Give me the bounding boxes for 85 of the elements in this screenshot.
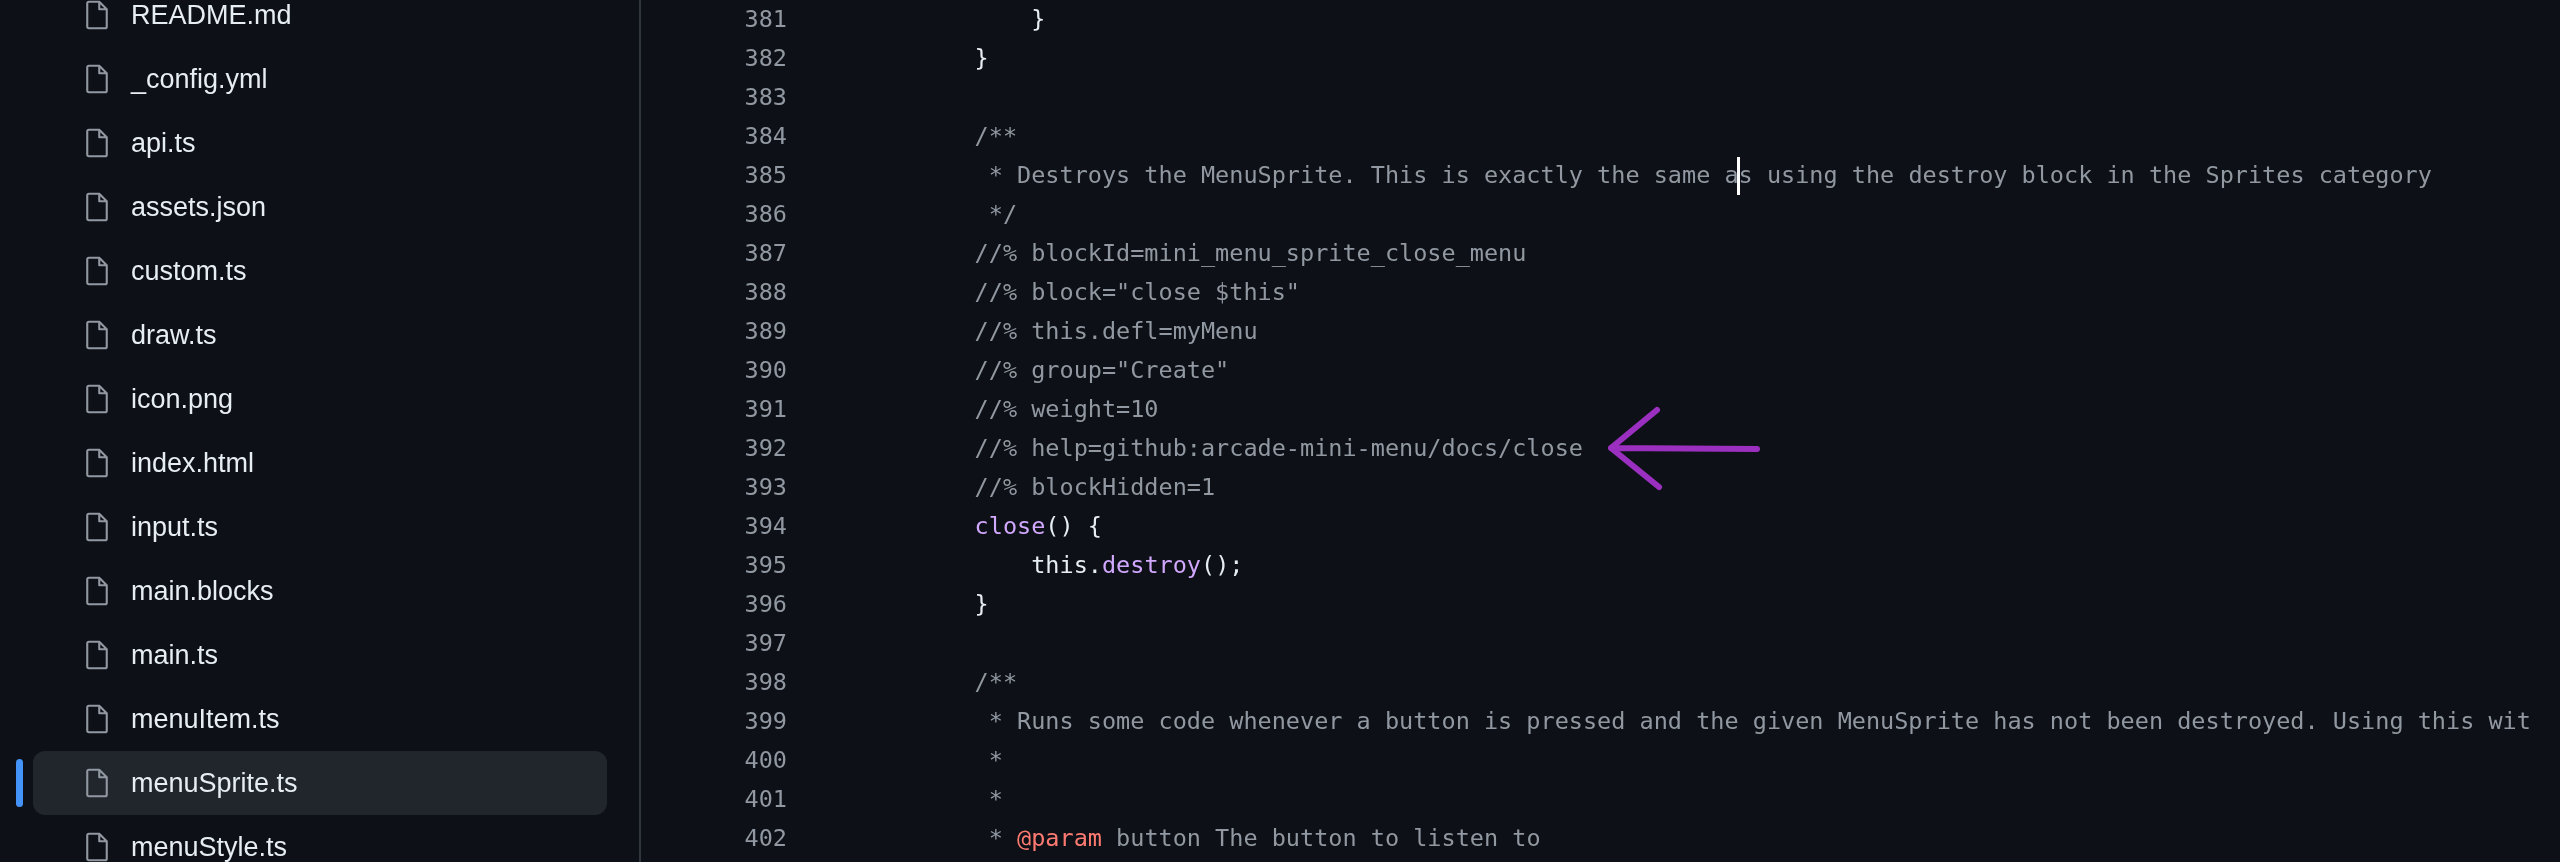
file-item[interactable]: draw.ts: [33, 303, 607, 367]
file-item[interactable]: README.md: [33, 0, 607, 47]
code-line: //% block="close $this": [973, 276, 1300, 308]
file-name: main.ts: [131, 638, 219, 672]
line-number: 402: [743, 822, 787, 854]
code-line: /**: [973, 666, 1018, 698]
line-number: 401: [743, 783, 787, 815]
code-line: //% group="Create": [973, 354, 1230, 386]
code-line: * @param button The button to listen to: [987, 822, 1541, 854]
file-name: main.blocks: [131, 574, 274, 608]
file-icon: [85, 384, 109, 414]
file-icon: [85, 704, 109, 734]
code-line: *: [987, 744, 1003, 776]
line-number: 391: [743, 393, 787, 425]
line-number: 387: [743, 237, 787, 269]
code-line: }: [973, 42, 989, 74]
file-name: assets.json: [131, 190, 267, 224]
line-number: 397: [743, 627, 787, 659]
line-number: 381: [743, 3, 787, 35]
file-item[interactable]: menuStyle.ts: [33, 815, 607, 862]
line-number: 390: [743, 354, 787, 386]
line-number: 393: [743, 471, 787, 503]
line-number: 383: [743, 81, 787, 113]
file-item[interactable]: menuSprite.ts: [33, 751, 607, 815]
line-number: 400: [743, 744, 787, 776]
code-line: this.destroy();: [1030, 549, 1244, 581]
code-line: //% help=github:arcade-mini-menu/docs/close: [973, 432, 1583, 464]
file-item[interactable]: assets.json: [33, 175, 607, 239]
file-item[interactable]: _config.yml: [33, 47, 607, 111]
file-name: README.md: [131, 0, 292, 32]
line-number: 382: [743, 42, 787, 74]
line-number: 384: [743, 120, 787, 152]
file-name: draw.ts: [131, 318, 217, 352]
file-icon: [85, 192, 109, 222]
line-number: 394: [743, 510, 787, 542]
line-number: 395: [743, 549, 787, 581]
line-number: 388: [743, 276, 787, 308]
file-name: input.ts: [131, 510, 219, 544]
line-number: 399: [743, 705, 787, 737]
code-line: }: [1030, 3, 1046, 35]
text-cursor: [1737, 156, 1741, 195]
line-number: 385: [743, 159, 787, 191]
code-line: //% this.defl=myMenu: [973, 315, 1258, 347]
code-line: //% blockHidden=1: [973, 471, 1216, 503]
file-name: icon.png: [131, 382, 234, 416]
file-icon: [85, 512, 109, 542]
code-line: /**: [973, 120, 1018, 152]
file-icon: [85, 768, 109, 798]
line-number: 386: [743, 198, 787, 230]
file-icon: [85, 448, 109, 478]
file-item[interactable]: main.ts: [33, 623, 607, 687]
file-item[interactable]: icon.png: [33, 367, 607, 431]
code-line: *: [987, 783, 1003, 815]
file-item[interactable]: main.blocks: [33, 559, 607, 623]
line-number: 392: [743, 432, 787, 464]
file-name: menuItem.ts: [131, 702, 280, 736]
code-line: close() {: [973, 510, 1102, 542]
file-icon: [85, 128, 109, 158]
code-line: }: [973, 588, 989, 620]
file-icon: [85, 576, 109, 606]
file-icon: [85, 64, 109, 94]
file-icon: [85, 832, 109, 862]
file-icon: [85, 0, 109, 30]
file-name: index.html: [131, 446, 255, 480]
file-icon: [85, 256, 109, 286]
line-number: 398: [743, 666, 787, 698]
file-name: custom.ts: [131, 254, 247, 288]
line-number: 389: [743, 315, 787, 347]
file-item[interactable]: api.ts: [33, 111, 607, 175]
line-number: 396: [743, 588, 787, 620]
file-item[interactable]: index.html: [33, 431, 607, 495]
file-icon: [85, 640, 109, 670]
file-item[interactable]: input.ts: [33, 495, 607, 559]
code-line: */: [987, 198, 1018, 230]
file-name: menuSprite.ts: [131, 766, 298, 800]
code-line: * Destroys the MenuSprite. This is exactly the same as using the destroy block in the Sprites category: [918, 156, 2432, 195]
file-icon: [85, 320, 109, 350]
code-line: * Runs some code whenever a button is pressed and the given MenuSprite has not been destroyed. Using this wit: [987, 705, 2531, 737]
code-line: //% weight=10: [973, 393, 1159, 425]
file-name: menuStyle.ts: [131, 830, 288, 862]
file-item[interactable]: menuItem.ts: [33, 687, 607, 751]
code-line: //% blockId=mini_menu_sprite_close_menu: [973, 237, 1527, 269]
file-name: api.ts: [131, 126, 196, 160]
file-item[interactable]: custom.ts: [33, 239, 607, 303]
file-name: _config.yml: [131, 62, 268, 96]
